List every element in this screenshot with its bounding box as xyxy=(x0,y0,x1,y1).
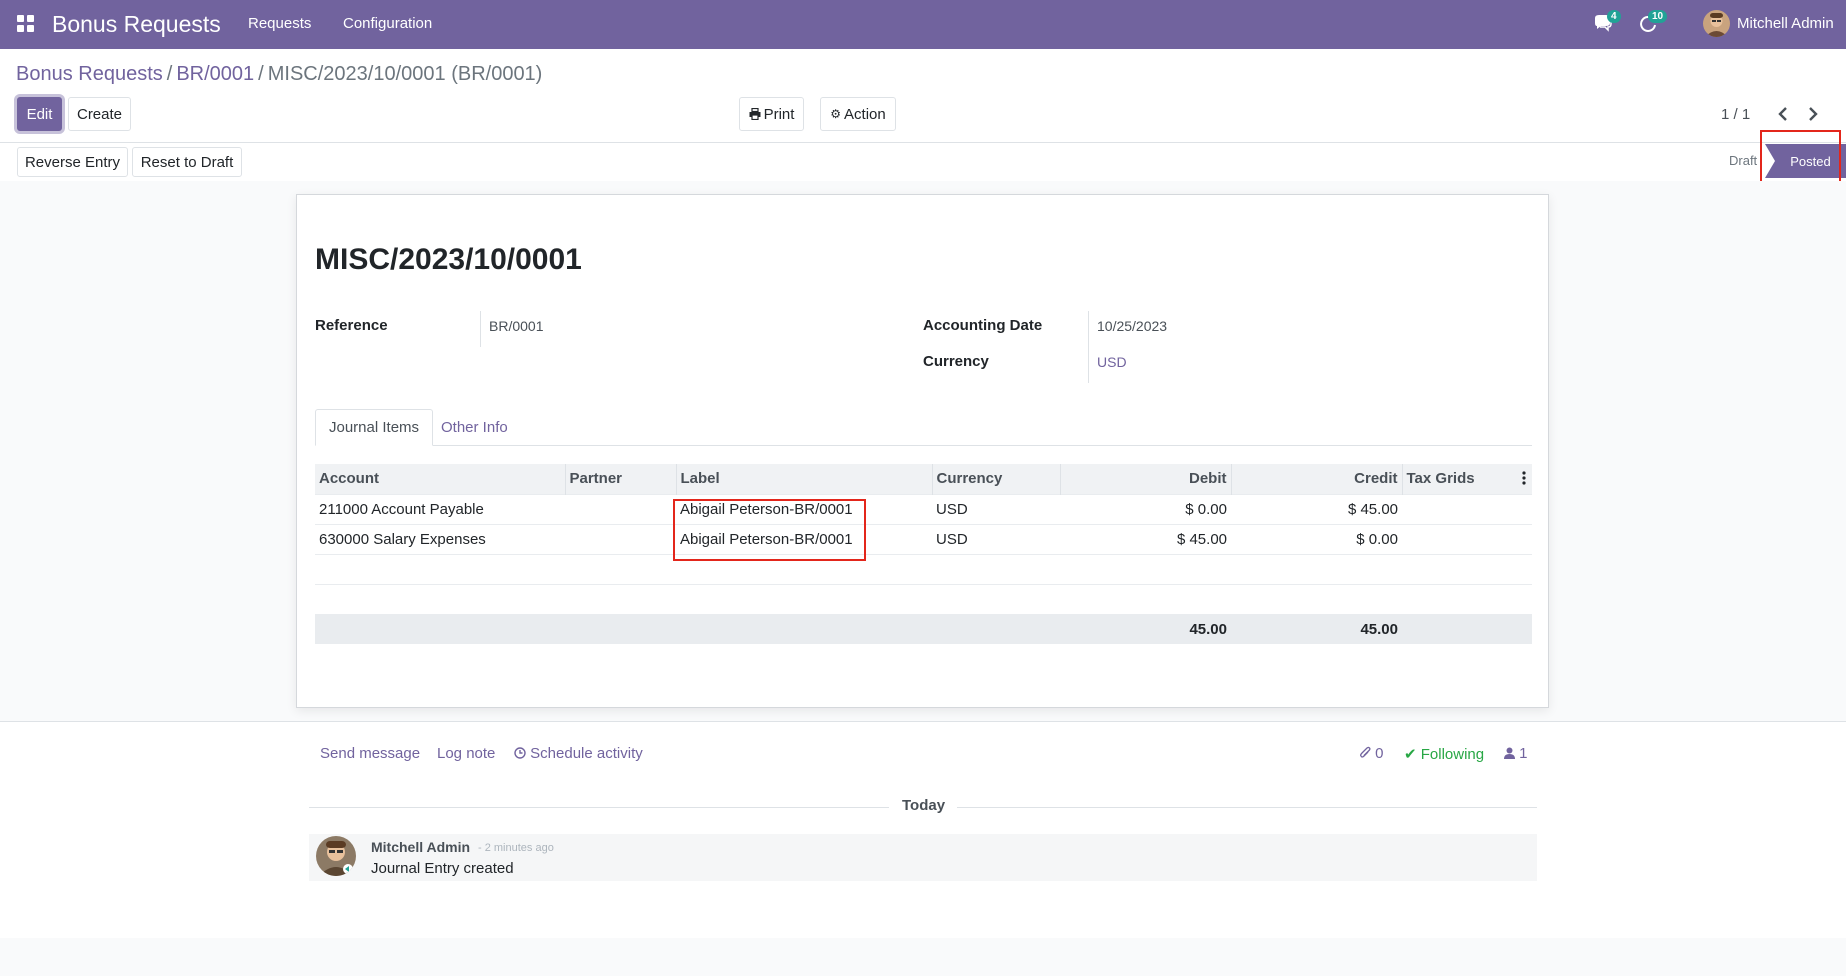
app-name[interactable]: Bonus Requests xyxy=(52,11,221,38)
cell-debit[interactable]: $ 0.00 xyxy=(1060,493,1231,524)
user-name[interactable]: Mitchell Admin xyxy=(1737,15,1834,32)
cell-account[interactable]: 211000 Account Payable xyxy=(315,493,565,524)
check-icon: ✔ xyxy=(1404,746,1417,763)
currency-value[interactable]: USD xyxy=(1097,354,1127,370)
pager-next-icon[interactable] xyxy=(1803,104,1823,124)
reverse-entry-button[interactable]: Reverse Entry xyxy=(17,147,128,177)
apps-menu-icon[interactable] xyxy=(17,15,34,32)
column-header-currency[interactable]: Currency xyxy=(931,464,1060,494)
cell-currency[interactable]: USD xyxy=(932,523,1060,554)
cell-account[interactable]: 630000 Salary Expenses xyxy=(315,523,565,554)
separator-line xyxy=(957,807,1537,808)
cell-label[interactable]: Abigail Peterson-BR/0001 xyxy=(676,523,932,554)
column-header-account[interactable]: Account xyxy=(315,464,565,494)
column-header-label[interactable]: Label xyxy=(675,464,932,494)
pager-value[interactable]: 1 / 1 xyxy=(1721,106,1750,123)
divider xyxy=(0,142,1846,143)
attachments-count: 0 xyxy=(1375,745,1384,762)
totals-row: 45.00 45.00 xyxy=(315,614,1532,644)
breadcrumb-current: MISC/2023/10/0001 (BR/0001) xyxy=(267,63,543,85)
notebook-tabs: Journal Items Other Info xyxy=(315,409,1532,446)
breadcrumb: Bonus Requests / BR/0001/MISC/2023/10/0001… xyxy=(16,63,543,85)
status-draft[interactable]: Draft xyxy=(1729,153,1757,168)
field-divider xyxy=(480,311,481,347)
following-button[interactable]: ✔ Following xyxy=(1404,745,1484,763)
menu-requests[interactable]: Requests xyxy=(248,15,311,32)
activities-badge: 10 xyxy=(1648,10,1668,23)
print-icon xyxy=(749,108,761,120)
column-header-partner[interactable]: Partner xyxy=(564,464,676,494)
reference-value[interactable]: BR/0001 xyxy=(489,318,543,334)
bottom-area xyxy=(0,938,1846,976)
optional-columns-icon[interactable] xyxy=(1522,471,1526,489)
cell-debit[interactable]: $ 45.00 xyxy=(1060,523,1231,554)
currency-label: Currency xyxy=(923,353,989,370)
cell-tax-grids[interactable] xyxy=(1402,493,1532,524)
print-label: Print xyxy=(763,105,795,123)
separator-line xyxy=(309,807,889,808)
reference-label: Reference xyxy=(315,317,388,334)
following-label: Following xyxy=(1420,746,1485,763)
breadcrumb-br-0001[interactable]: BR/0001 xyxy=(176,63,254,85)
accounting-date-value[interactable]: 10/25/2023 xyxy=(1097,318,1167,334)
message-body: Journal Entry created xyxy=(371,860,514,877)
messages-badge: 4 xyxy=(1607,10,1621,23)
top-navbar: Bonus Requests Requests Configuration 4 … xyxy=(0,0,1846,49)
tab-journal-items[interactable]: Journal Items xyxy=(315,409,434,446)
pager-previous-icon[interactable] xyxy=(1773,104,1793,124)
field-divider xyxy=(1088,311,1089,383)
tab-other-info[interactable]: Other Info xyxy=(428,409,521,446)
tax-grids-label: Tax Grids xyxy=(1406,470,1475,488)
cell-credit[interactable]: $ 0.00 xyxy=(1231,523,1402,554)
empty-row xyxy=(315,553,1532,584)
gear-icon: ⚙ xyxy=(830,107,842,121)
edit-button[interactable]: Edit xyxy=(17,97,62,131)
log-note-button[interactable]: Log note xyxy=(437,745,495,762)
create-button[interactable]: Create xyxy=(68,97,131,131)
paperclip-icon xyxy=(1359,745,1375,762)
cell-partner[interactable] xyxy=(565,523,676,554)
schedule-activity-label: Schedule activity xyxy=(530,745,643,762)
table-row[interactable]: 211000 Account Payable Abigail Peterson-… xyxy=(315,493,1532,524)
reset-to-draft-button[interactable]: Reset to Draft xyxy=(132,147,242,177)
total-credit: 45.00 xyxy=(1231,614,1402,644)
followers-count: 1 xyxy=(1519,745,1528,762)
clock-icon xyxy=(514,745,530,762)
cell-label[interactable]: Abigail Peterson-BR/0001 xyxy=(676,493,932,524)
empty-row xyxy=(315,583,1532,614)
cell-currency[interactable]: USD xyxy=(932,493,1060,524)
breadcrumb-bonus-requests[interactable]: Bonus Requests xyxy=(16,63,163,85)
action-button[interactable]: ⚙ Action xyxy=(820,97,896,131)
form-sheet: MISC/2023/10/0001 Reference BR/0001 Acco… xyxy=(296,194,1549,708)
status-posted[interactable]: Posted xyxy=(1765,144,1846,178)
user-avatar[interactable] xyxy=(1703,10,1730,37)
print-button[interactable]: Print xyxy=(739,97,804,131)
date-separator: Today xyxy=(902,797,946,814)
attachments-button[interactable]: 0 xyxy=(1359,745,1384,762)
send-message-button[interactable]: Send message xyxy=(320,745,420,762)
user-icon xyxy=(1504,745,1519,762)
column-header-credit[interactable]: Credit xyxy=(1230,464,1402,494)
message-author[interactable]: Mitchell Admin xyxy=(371,839,470,855)
accounting-date-label: Accounting Date xyxy=(923,317,1043,334)
cell-tax-grids[interactable] xyxy=(1402,523,1532,554)
action-label: Action xyxy=(844,105,886,123)
cell-credit[interactable]: $ 45.00 xyxy=(1231,493,1402,524)
schedule-activity-button[interactable]: Schedule activity xyxy=(514,745,643,762)
total-debit: 45.00 xyxy=(1060,614,1231,644)
message-time: - 2 minutes ago xyxy=(478,842,554,854)
followers-button[interactable]: 1 xyxy=(1504,745,1528,762)
table-row[interactable]: 630000 Salary Expenses Abigail Peterson-… xyxy=(315,523,1532,554)
menu-configuration[interactable]: Configuration xyxy=(343,15,432,32)
record-title: MISC/2023/10/0001 xyxy=(315,243,582,276)
cell-partner[interactable] xyxy=(565,493,676,524)
author-avatar[interactable] xyxy=(316,836,356,876)
column-header-debit[interactable]: Debit xyxy=(1059,464,1231,494)
column-header-tax-grids[interactable]: Tax Grids xyxy=(1401,464,1532,494)
journal-items-table: Account Partner Label Currency Debit Cre… xyxy=(315,464,1532,644)
